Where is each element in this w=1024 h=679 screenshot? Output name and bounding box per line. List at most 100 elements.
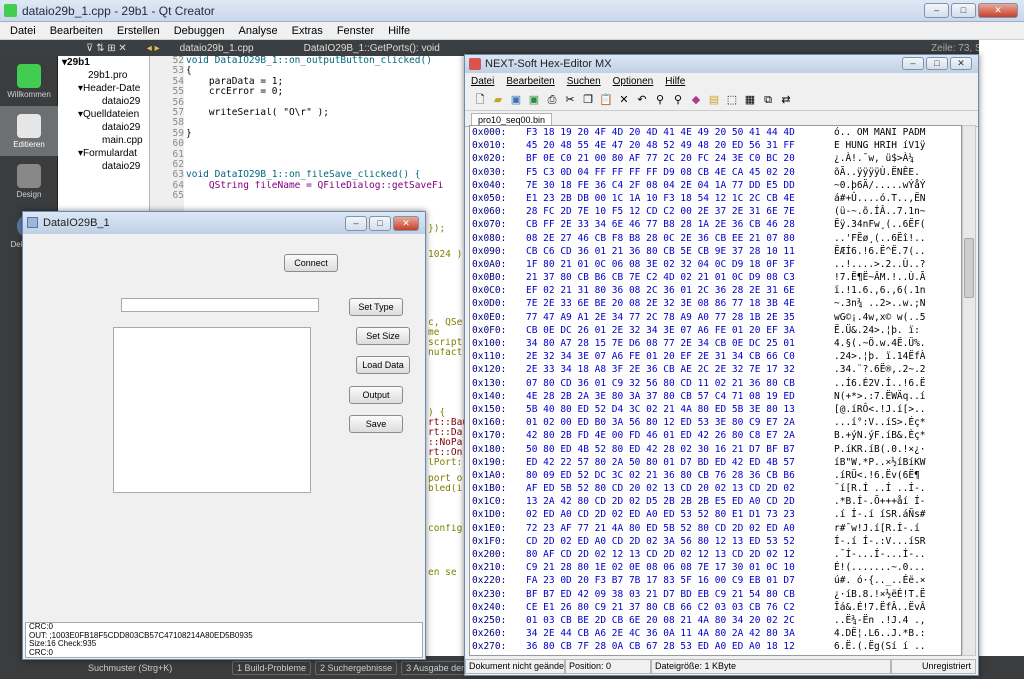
menu-erstellen[interactable]: Erstellen xyxy=(117,25,160,37)
hex-row[interactable]: 0x1D0: 02 ED A0 CD 2D 02 ED A0 ED 53 52 8… xyxy=(470,508,961,521)
code-line[interactable]: crcError = 0; xyxy=(186,87,468,97)
hex-bytes[interactable]: CB FF 2E 33 34 6E 46 77 B8 28 1A 2E 36 C… xyxy=(526,218,834,231)
hex-row[interactable]: 0x1F0: CD 2D 02 ED A0 CD 2D 02 3A 56 80 1… xyxy=(470,535,961,548)
hex-row[interactable]: 0x240: CE E1 26 80 C9 21 37 80 CB 66 C2 0… xyxy=(470,601,961,614)
hex-ascii[interactable]: B.+ýN.ýF.íB&.Èç* xyxy=(834,429,926,442)
tree-item[interactable]: main.cpp xyxy=(58,134,149,147)
hex-bytes[interactable]: AF ED 5B 52 80 CD 20 02 13 CD 20 02 13 C… xyxy=(526,482,834,495)
hex-ascii[interactable]: E HUNG HRIH íV1ÿ xyxy=(834,139,926,152)
menu-datei[interactable]: Datei xyxy=(471,76,494,87)
log-output[interactable]: CRC:0 OUT: ;1003E0FB18F5CDD803CB57C47108… xyxy=(25,622,423,658)
hex-row[interactable]: 0x200: 80 AF CD 2D 02 12 13 CD 2D 02 12 1… xyxy=(470,548,961,561)
hex-ascii[interactable]: (ü-~.õ.ÍÂ..7.1n~ xyxy=(834,205,926,218)
select-icon[interactable]: ⬚ xyxy=(725,93,739,107)
tree-item[interactable]: 29b1.pro xyxy=(58,69,149,82)
hex-bytes[interactable]: F5 C3 0D 04 FF FF FF FF D9 08 CB 4E CA 4… xyxy=(526,166,834,179)
code-line[interactable] xyxy=(186,160,468,170)
hex-ascii[interactable]: ó.. OM MANI PADM xyxy=(834,126,926,139)
maximize-button[interactable]: □ xyxy=(951,3,976,18)
hex-bytes[interactable]: 34 2E 44 CB A6 2E 4C 36 0A 11 4A 80 2A 4… xyxy=(526,627,834,640)
hex-bytes[interactable]: 7E 2E 33 6E BE 20 08 2E 32 3E 08 86 77 1… xyxy=(526,297,834,310)
open-folder-icon[interactable]: ▰ xyxy=(491,93,505,107)
find-icon[interactable]: ⚲ xyxy=(653,93,667,107)
tree-item[interactable]: dataio29 xyxy=(58,121,149,134)
hex-bytes[interactable]: 80 AF CD 2D 02 12 13 CD 2D 02 12 13 CD 2… xyxy=(526,548,834,561)
hex-row[interactable]: 0x020: BF 0E C0 21 00 80 AF 77 2C 20 FC 2… xyxy=(470,152,961,165)
hex-ascii[interactable]: ¯í[R.Í ..Í ..Í-. xyxy=(834,482,926,495)
hex-row[interactable]: 0x230: BF B7 ED 42 09 38 03 21 D7 BD EB C… xyxy=(470,588,961,601)
hex-row[interactable]: 0x090: CB C6 CD 36 01 21 36 80 CB 5E CB 9… xyxy=(470,245,961,258)
hex-row[interactable]: 0x1A0: 80 09 ED 52 DC 3C 02 21 36 80 CB 7… xyxy=(470,469,961,482)
hex-bytes[interactable]: 2E 32 34 3E 07 A6 FE 01 20 EF 2E 31 34 C… xyxy=(526,350,834,363)
hex-bytes[interactable]: FA 23 0D 20 F3 B7 7B 17 83 5F 16 00 C9 E… xyxy=(526,574,834,587)
hex-bytes[interactable]: EF 02 21 31 80 36 08 2C 36 01 2C 36 28 2… xyxy=(526,284,834,297)
hex-ascii[interactable]: ..!....>.2..Ù..? xyxy=(834,258,926,271)
hex-bytes[interactable]: 02 ED A0 CD 2D 02 ED A0 ED 53 52 80 E1 D… xyxy=(526,508,834,521)
hex-bytes[interactable]: 08 2E 27 46 CB F8 B8 28 0C 2E 36 CB EE 2… xyxy=(526,232,834,245)
code-line[interactable] xyxy=(186,191,468,201)
hex-ascii[interactable]: 4.DË¦.L6..J.*B.: xyxy=(834,627,926,640)
hex-bytes[interactable]: 7E 30 18 FE 36 C4 2F 08 04 2E 04 1A 77 D… xyxy=(526,179,834,192)
hex-ascii[interactable]: ú#. ó·{.._..Éë.× xyxy=(834,574,926,587)
hex-row[interactable]: 0x160: 01 02 00 ED B0 3A 56 80 12 ED 53 3… xyxy=(470,416,961,429)
hex-bytes[interactable]: 77 47 A9 A1 2E 34 77 2C 78 A9 A0 77 28 1… xyxy=(526,311,834,324)
menu-extras[interactable]: Extras xyxy=(292,25,323,37)
nav-back-icon[interactable]: ◂ ▸ xyxy=(147,43,160,54)
menu-suchen[interactable]: Suchen xyxy=(567,76,601,87)
hex-row[interactable]: 0x140: 4E 28 2B 2A 3E 80 3A 37 80 CB 57 C… xyxy=(470,390,961,403)
hex-ascii[interactable]: wG©¡.4w,x© w(..5 xyxy=(834,311,926,324)
minimize-button[interactable]: – xyxy=(345,216,367,231)
code-line[interactable]: } xyxy=(186,129,468,139)
menu-bearbeiten[interactable]: Bearbeiten xyxy=(50,25,103,37)
hex-bytes[interactable]: 4E 28 2B 2A 3E 80 3A 37 80 CB 57 C4 71 0… xyxy=(526,390,834,403)
hex-bytes[interactable]: 80 09 ED 52 DC 3C 02 21 36 80 CB 76 28 3… xyxy=(526,469,834,482)
tree-item[interactable]: dataio29 xyxy=(58,160,149,173)
mode-design[interactable]: Design xyxy=(0,156,58,206)
hex-ascii[interactable]: ËÆÍ6.!6.Ë^Ë.7(.. xyxy=(834,245,926,258)
hex-row[interactable]: 0x060: 28 FC 2D 7E 10 F5 12 CD C2 00 2E 3… xyxy=(470,205,961,218)
hex-bytes[interactable]: C9 21 28 80 1E 02 0E 08 06 08 7E 17 30 0… xyxy=(526,561,834,574)
hex-ascii[interactable]: .íRÜ<.!6.Ëv(6Ë¶ xyxy=(834,469,920,482)
data-display[interactable] xyxy=(113,327,311,493)
hex-ascii[interactable]: .¯Í-...Í-...Í-.. xyxy=(834,548,926,561)
search-results-tab[interactable]: 2 Suchergebnisse xyxy=(315,660,398,675)
hex-ascii[interactable]: á#+Û....ó.T..,ËN xyxy=(834,192,926,205)
hex-ascii[interactable]: N(+*>.:7.ËWÄq..í xyxy=(834,390,926,403)
hex-row[interactable]: 0x130: 07 80 CD 36 01 C9 32 56 80 CD 11 0… xyxy=(470,377,961,390)
hex-row[interactable]: 0x260: 34 2E 44 CB A6 2E 4C 36 0A 11 4A 8… xyxy=(470,627,961,640)
hex-row[interactable]: 0x1C0: 13 2A 42 80 CD 2D 02 D5 2B 2B 2B E… xyxy=(470,495,961,508)
hex-ascii[interactable]: ¿·íB.8.!×½ëÉ!T.Ë xyxy=(834,588,926,601)
symbol-combo[interactable]: DataIO29B_1::GetPorts(): void xyxy=(304,43,634,54)
compare-icon[interactable]: ⧉ xyxy=(761,93,775,107)
text-input[interactable] xyxy=(121,298,319,312)
code-line[interactable]: { xyxy=(186,66,468,76)
hex-ascii[interactable]: Ë.Ü&.24>.¦þ. ï: xyxy=(834,324,920,337)
hex-row[interactable]: 0x0F0: CB 0E DC 26 01 2E 32 34 3E 07 A6 F… xyxy=(470,324,961,337)
undo-icon[interactable]: ↶ xyxy=(635,93,649,107)
hex-bytes[interactable]: E1 23 2B DB 00 1C 1A 10 F3 18 54 12 1C 2… xyxy=(526,192,834,205)
hex-ascii[interactable]: .34.¨?.6Ë®,.2~.2 xyxy=(834,363,926,376)
hex-ascii[interactable]: .*B.Í-.Õ+++åí Í- xyxy=(834,495,926,508)
code-line[interactable] xyxy=(186,118,468,128)
hex-bytes[interactable]: 72 23 AF 77 21 4A 80 ED 5B 52 80 CD 2D 0… xyxy=(526,522,834,535)
set-type-button[interactable]: Set Type xyxy=(349,298,403,316)
hex-bytes[interactable]: 36 80 CB 7F 28 0A CB 67 28 53 ED A0 ED A… xyxy=(526,640,834,653)
hex-row[interactable]: 0x250: 01 03 CB BE 2D CB 6E 20 08 21 4A 8… xyxy=(470,614,961,627)
hex-row[interactable]: 0x220: FA 23 0D 20 F3 B7 7B 17 83 5F 16 0… xyxy=(470,574,961,587)
hex-row[interactable]: 0x050: E1 23 2B DB 00 1C 1A 10 F3 18 54 1… xyxy=(470,192,961,205)
code-line[interactable] xyxy=(186,139,468,149)
hex-row[interactable]: 0x190: ED 42 22 57 80 2A 50 80 01 D7 BD E… xyxy=(470,456,961,469)
hex-view[interactable]: 0x000: F3 18 19 20 4F 4D 20 4D 41 4E 49 2… xyxy=(469,125,962,656)
hex-bytes[interactable]: 1F 80 21 01 0C 06 08 3E 02 32 04 0C D9 1… xyxy=(526,258,834,271)
hex-ascii[interactable]: ~.3n¾ ..2>..w.;N xyxy=(834,297,926,310)
hex-row[interactable]: 0x110: 2E 32 34 3E 07 A6 FE 01 20 EF 2E 3… xyxy=(470,350,961,363)
hex-ascii[interactable]: ¿.À!.¯w, ü$>À¼ xyxy=(834,152,920,165)
tree-item[interactable]: ▾ Header-Date xyxy=(58,82,149,95)
hex-ascii[interactable]: Ëÿ.34nFw¸(..6ËF( xyxy=(834,218,926,231)
hex-ascii[interactable]: ...í°:V..íS>.Éç* xyxy=(834,416,926,429)
search-input[interactable]: Suchmuster (Strg+K) xyxy=(88,663,228,673)
maximize-button[interactable]: □ xyxy=(926,57,948,70)
menu-fenster[interactable]: Fenster xyxy=(337,25,374,37)
print-icon[interactable]: ⎙ xyxy=(545,93,559,107)
tree-item[interactable]: ▾ Quelldateien xyxy=(58,108,149,121)
